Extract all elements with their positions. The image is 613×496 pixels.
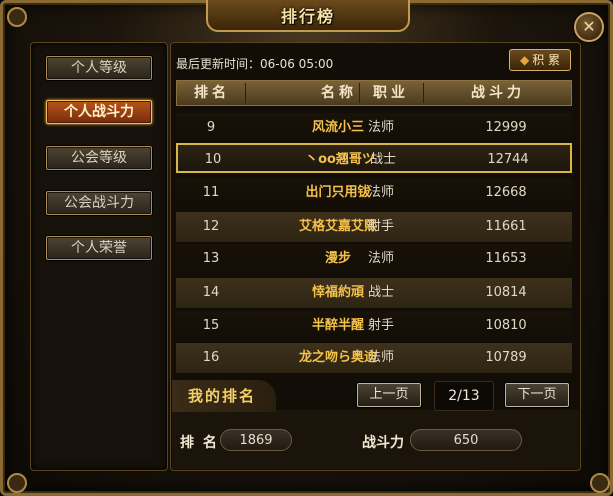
- job-cell: 法师: [368, 185, 395, 200]
- table-row[interactable]: 10 丶oo翘哥ツ 战士 12744: [176, 143, 572, 173]
- corner-ornament: [7, 473, 27, 493]
- tab-guild-power[interactable]: 公会战斗力: [46, 191, 152, 215]
- table-row[interactable]: 12 艾格艾嘉艾熙 射手 11661: [176, 212, 572, 242]
- rank-cell: 15: [202, 318, 220, 333]
- header-power: 战斗力: [471, 85, 525, 101]
- corner-ornament: [7, 7, 27, 27]
- job-cell: 射手: [368, 219, 395, 234]
- rank-cell: 13: [202, 251, 220, 266]
- next-page-button[interactable]: 下一页: [505, 383, 569, 407]
- table-row[interactable]: 11 出门只用钹 法师 12668: [176, 178, 572, 208]
- close-button[interactable]: ✕: [574, 12, 604, 42]
- my-rank-label: 排 名: [180, 435, 219, 451]
- coin-icon: ◆: [519, 53, 530, 67]
- job-cell: 战士: [370, 152, 397, 167]
- job-cell: 法师: [368, 251, 395, 266]
- power-cell: 11653: [485, 251, 527, 266]
- power-cell: 12668: [485, 185, 527, 200]
- tab-personal-honor[interactable]: 个人荣誉: [46, 236, 152, 260]
- power-cell: 12744: [487, 152, 529, 167]
- rank-cell: 16: [202, 350, 220, 365]
- power-cell: 11661: [485, 219, 527, 234]
- rank-cell: 11: [202, 185, 220, 200]
- tab-personal-power[interactable]: 个人战斗力: [46, 100, 152, 124]
- table-row[interactable]: 14 悻福約頑 战士 10814: [176, 278, 572, 308]
- window-title: 排行榜: [206, 0, 410, 32]
- table-row[interactable]: 15 半醉半醒 射手 10810: [176, 311, 572, 341]
- my-power-value: 650: [410, 429, 522, 451]
- table-row[interactable]: 9 风流小三 法师 12999: [176, 113, 572, 143]
- header-rank: 排名: [194, 85, 230, 101]
- last-update-text: 最后更新时间：06-06 05:00: [176, 57, 334, 71]
- my-rank-title: 我的排名: [172, 380, 276, 412]
- power-cell: 12999: [485, 120, 527, 135]
- power-cell: 10814: [485, 285, 527, 300]
- accumulate-label: 积 累: [532, 53, 561, 67]
- power-cell: 10789: [485, 350, 527, 365]
- prev-page-button[interactable]: 上一页: [357, 383, 421, 407]
- category-sidebar: 个人等级 个人战斗力 公会等级 公会战斗力 个人荣誉: [30, 42, 168, 471]
- my-power-label: 战斗力: [362, 435, 404, 451]
- header-job: 职业: [373, 85, 409, 101]
- table-header: 排名 名称 职业 战斗力: [176, 80, 572, 106]
- rank-cell: 10: [204, 152, 222, 167]
- table-row[interactable]: 13 漫步 法师 11653: [176, 244, 572, 274]
- accumulate-button[interactable]: ◆ 积 累: [509, 49, 571, 71]
- job-cell: 法师: [368, 350, 395, 365]
- table-row[interactable]: 16 龙之吻ら奥迪 法师 10789: [176, 343, 572, 373]
- my-rank-value: 1869: [220, 429, 292, 451]
- job-cell: 法师: [368, 120, 395, 135]
- tab-personal-level[interactable]: 个人等级: [46, 56, 152, 80]
- rank-cell: 9: [206, 120, 216, 135]
- header-divider: [245, 83, 246, 103]
- rank-cell: 12: [202, 219, 220, 234]
- job-cell: 射手: [368, 318, 395, 333]
- job-cell: 战士: [368, 285, 395, 300]
- power-cell: 10810: [485, 318, 527, 333]
- corner-ornament: [590, 473, 610, 493]
- page-indicator: 2/13: [434, 381, 494, 411]
- tab-guild-level[interactable]: 公会等级: [46, 146, 152, 170]
- rank-cell: 14: [202, 285, 220, 300]
